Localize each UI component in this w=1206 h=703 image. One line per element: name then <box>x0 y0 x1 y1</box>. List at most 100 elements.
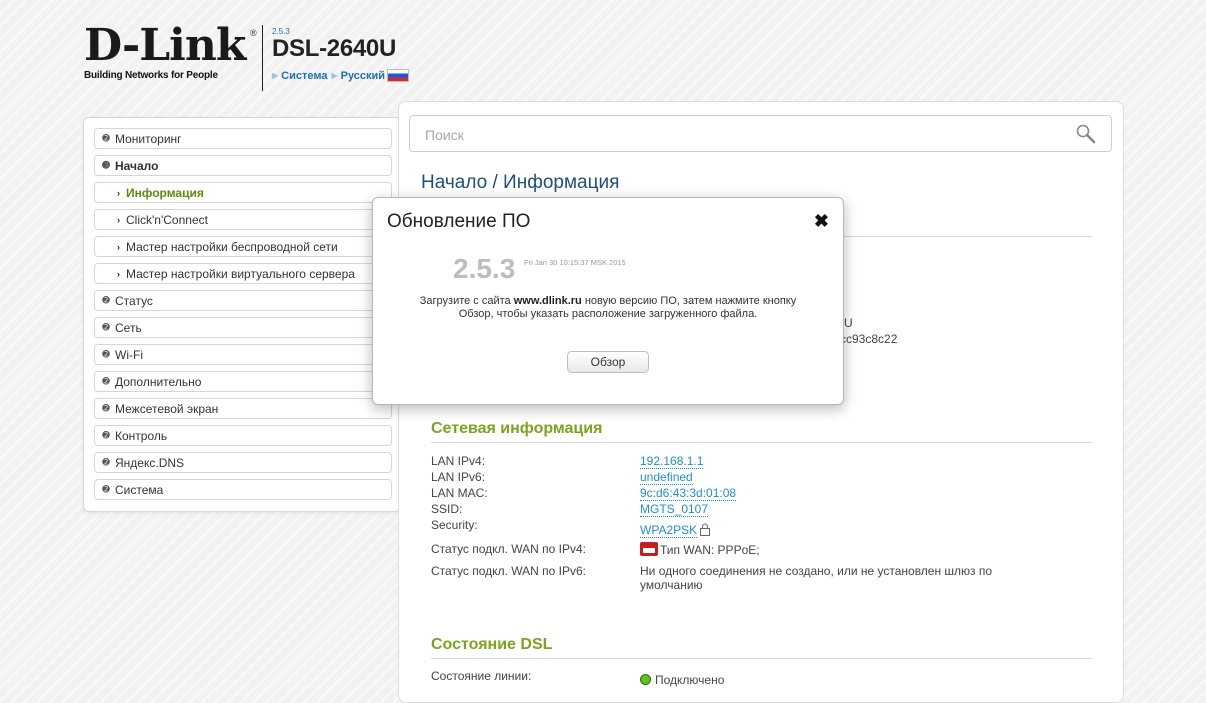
header: D-Link ® Building Networks for People 2.… <box>0 0 1206 100</box>
collapse-arrow-icon: ➌ <box>102 160 110 170</box>
triangle-icon: ▶ <box>272 71 279 80</box>
status-dot-icon <box>640 674 651 685</box>
sidebar-item-label: Контроль <box>115 428 168 443</box>
firmware-update-dialog: Обновление ПО ✖ 2.5.3 Fri Jan 30 10:15:3… <box>372 197 844 405</box>
line-status-label: Состояние линии: <box>431 669 532 683</box>
sidebar-item-label: Wi-Fi <box>115 347 143 362</box>
dialog-message: Загрузите с сайта www.dlink.ru новую вер… <box>413 295 803 321</box>
expand-arrow-icon: ➋ <box>102 295 110 305</box>
sidebar-item-clicknconnect[interactable]: › Click'n'Connect <box>94 209 392 230</box>
expand-arrow-icon: ➋ <box>102 403 110 413</box>
sidebar-item-firewall[interactable]: ➋ Межсетевой экран <box>94 398 392 419</box>
lan-ipv6-value: undefined <box>640 470 693 485</box>
sidebar-item-system[interactable]: ➋ Система <box>94 479 392 500</box>
section-divider <box>431 442 1092 443</box>
expand-arrow-icon: ➋ <box>102 484 110 494</box>
sidebar-item-virtual-server-wizard[interactable]: › Мастер настройки виртуального сервера <box>94 263 392 284</box>
sidebar-item-label: Дополнительно <box>115 374 202 389</box>
sidebar-item-control[interactable]: ➋ Контроль <box>94 425 392 446</box>
sidebar-item-label: Яндекс.DNS <box>115 455 185 470</box>
chevron-right-icon: › <box>117 268 120 279</box>
sidebar-item-label: Мастер настройки беспроводной сети <box>126 239 338 254</box>
search-icon[interactable] <box>1075 123 1097 145</box>
sidebar-item-wireless-wizard[interactable]: › Мастер настройки беспроводной сети <box>94 236 392 257</box>
wan-ipv4-status-value: Тип WAN: PPPoE; <box>640 542 760 557</box>
expand-arrow-icon: ➋ <box>102 322 110 332</box>
security-value: WPA2PSK <box>640 523 711 538</box>
sidebar-item-label: Click'n'Connect <box>126 212 208 227</box>
sidebar-item-label: Межсетевой экран <box>115 401 219 416</box>
sidebar-item-advanced[interactable]: ➋ Дополнительно <box>94 371 392 392</box>
security-link[interactable]: WPA2PSK <box>640 523 698 538</box>
line-status-text: Подключено <box>655 673 725 687</box>
wan-ipv4-status-label: Статус подкл. WAN по IPv4: <box>431 542 586 556</box>
browse-button[interactable]: Обзор <box>567 351 649 373</box>
page-title: Начало / Информация <box>421 172 620 193</box>
dlink-site-link[interactable]: www.dlink.ru <box>514 295 582 307</box>
sidebar-item-wifi[interactable]: ➋ Wi-Fi <box>94 344 392 365</box>
lan-ipv6-link[interactable]: undefined <box>640 470 693 485</box>
lan-ipv6-label: LAN IPv6: <box>431 470 486 484</box>
registered-mark: ® <box>250 28 257 38</box>
sidebar-item-label: Информация <box>126 185 204 200</box>
expand-arrow-icon: ➋ <box>102 133 110 143</box>
lan-ipv4-label: LAN IPv4: <box>431 454 486 468</box>
expand-arrow-icon: ➋ <box>102 457 110 467</box>
lan-mac-value: 9c:d6:43:3d:01:08 <box>640 486 737 501</box>
expand-arrow-icon: ➋ <box>102 349 110 359</box>
chevron-right-icon: › <box>117 187 120 198</box>
close-icon[interactable]: ✖ <box>814 211 829 232</box>
search-box <box>409 115 1112 152</box>
line-status-value: Подключено <box>640 673 724 687</box>
sidebar-item-information[interactable]: › Информация <box>94 182 392 203</box>
sidebar-item-label: Статус <box>115 293 153 308</box>
system-link[interactable]: Система <box>281 70 327 82</box>
dialog-message-part: Загрузите с сайта <box>419 295 514 307</box>
dsl-status-title: Состояние DSL <box>431 636 553 653</box>
ssid-link[interactable]: MGTS_0107 <box>640 502 709 517</box>
sidebar-item-monitoring[interactable]: ➋ Мониторинг <box>94 128 392 149</box>
sidebar-item-label: Система <box>115 482 164 497</box>
logo-slogan: Building Networks for People <box>84 70 218 81</box>
partial-info-text: U <box>844 316 853 330</box>
partial-info-text: cc93c8c22 <box>840 332 898 346</box>
sidebar-item-label: Мастер настройки виртуального сервера <box>126 266 355 281</box>
header-divider <box>262 25 263 91</box>
language-link[interactable]: Русский <box>341 70 385 82</box>
wan-ipv6-status-value: Ни одного соединения не создано, или не … <box>640 564 993 592</box>
chevron-right-icon: › <box>117 214 120 225</box>
ssid-value: MGTS_0107 <box>640 502 709 517</box>
sidebar-item-yandex-dns[interactable]: ➋ Яндекс.DNS <box>94 452 392 473</box>
lan-mac-label: LAN MAC: <box>431 486 488 500</box>
russia-flag-icon[interactable] <box>387 69 410 82</box>
lan-ipv4-value: 192.168.1.1 <box>640 454 704 469</box>
sidebar-item-home[interactable]: ➌ Начало <box>94 155 392 176</box>
firmware-version: 2.5.3 <box>453 253 516 284</box>
search-input[interactable] <box>411 117 1077 152</box>
network-info-title: Сетевая информация <box>431 420 603 437</box>
security-label: Security: <box>431 518 478 532</box>
ssid-label: SSID: <box>431 502 463 516</box>
lock-icon <box>700 523 711 536</box>
sidebar-item-label: Сеть <box>115 320 142 335</box>
expand-arrow-icon: ➋ <box>102 430 110 440</box>
section-divider <box>431 658 1092 659</box>
sidebar-menu: ➋ Мониторинг ➌ Начало › Информация › Click'n… <box>83 117 401 512</box>
header-links: ▶ Система ▶ Русский <box>272 69 410 82</box>
wan-ipv6-status-label: Статус подкл. WAN по IPv6: <box>431 564 586 578</box>
triangle-icon: ▶ <box>331 71 338 80</box>
expand-arrow-icon: ➋ <box>102 376 110 386</box>
firmware-build-date: Fri Jan 30 10:15:37 MSK 2015 <box>524 258 626 267</box>
lan-ipv4-link[interactable]: 192.168.1.1 <box>640 454 704 469</box>
sidebar-item-label: Начало <box>115 158 159 173</box>
wan-status-icon <box>640 542 658 556</box>
sidebar-item-network[interactable]: ➋ Сеть <box>94 317 392 338</box>
wan-type-text: Тип WAN: PPPoE; <box>660 543 760 557</box>
model-name: DSL-2640U <box>272 35 397 62</box>
dlink-logo[interactable]: D-Link ® Building Networks for People <box>84 20 257 94</box>
lan-mac-link[interactable]: 9c:d6:43:3d:01:08 <box>640 486 737 501</box>
logo-wordmark: D-Link <box>84 20 246 71</box>
sidebar-item-status[interactable]: ➋ Статус <box>94 290 392 311</box>
sidebar-item-label: Мониторинг <box>115 131 182 146</box>
chevron-right-icon: › <box>117 241 120 252</box>
